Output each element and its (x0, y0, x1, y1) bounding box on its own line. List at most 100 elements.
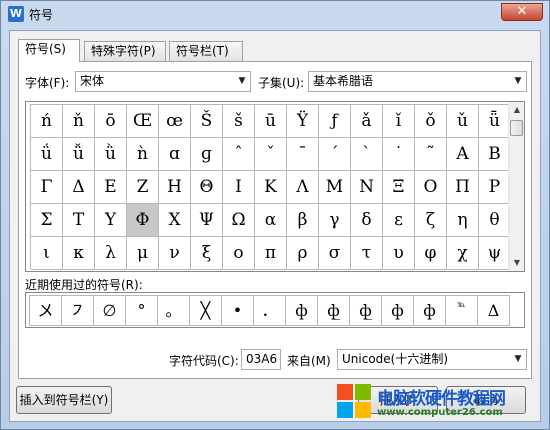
recent-symbol-cell[interactable]: ╳ (190, 296, 222, 326)
symbol-cell[interactable]: ρ (287, 237, 319, 270)
close-button[interactable]: ✕ (501, 3, 543, 21)
symbol-cell[interactable]: Œ (127, 105, 159, 138)
symbol-cell[interactable]: α (255, 204, 287, 237)
scroll-down-icon[interactable]: ▼ (509, 255, 525, 271)
recent-symbol-cell[interactable]: ф̲ (350, 296, 382, 326)
symbol-cell[interactable]: ń (31, 105, 63, 138)
symbol-cell[interactable]: ɡ (191, 138, 223, 171)
symbol-cell[interactable]: ψ (479, 237, 511, 270)
symbol-cell[interactable]: Ψ (191, 204, 223, 237)
symbol-cell[interactable]: Π (447, 171, 479, 204)
symbol-cell[interactable]: Ι (223, 171, 255, 204)
symbol-cell[interactable]: ν (159, 237, 191, 270)
from-dropdown[interactable]: Unicode(十六进制) ▼ (337, 349, 527, 370)
symbol-cell[interactable]: Ω (223, 204, 255, 237)
symbol-cell[interactable]: Š (191, 105, 223, 138)
recent-symbol-cell[interactable]: ℡ (446, 296, 478, 326)
symbol-cell[interactable]: ι (31, 237, 63, 270)
recent-symbol-cell[interactable]: ф (414, 296, 446, 326)
recent-symbol-cell[interactable]: 〤 (30, 296, 62, 326)
recent-symbol-cell[interactable]: Δ (478, 296, 510, 326)
font-dropdown[interactable]: 宋体 ▼ (75, 71, 251, 92)
symbol-cell[interactable]: ξ (191, 237, 223, 270)
tab-symbol-bar[interactable]: 符号栏(T) (169, 41, 243, 61)
symbol-cell[interactable]: μ (127, 237, 159, 270)
symbol-cell[interactable]: ɑ (159, 138, 191, 171)
recent-symbol-cell[interactable]: ° (126, 296, 158, 326)
symbol-cell[interactable]: ǹ (127, 138, 159, 171)
symbol-cell[interactable]: ˋ (351, 138, 383, 171)
symbol-cell[interactable]: λ (95, 237, 127, 270)
symbol-cell[interactable]: ε (383, 204, 415, 237)
tab-special-characters[interactable]: 特殊字符(P) (84, 41, 166, 61)
symbol-cell[interactable]: δ (351, 204, 383, 237)
recent-symbol-cell[interactable]: • (222, 296, 254, 326)
symbol-cell[interactable]: œ (159, 105, 191, 138)
symbol-cell[interactable]: Ε (95, 171, 127, 204)
symbol-cell[interactable]: χ (447, 237, 479, 270)
symbol-cell[interactable]: σ (319, 237, 351, 270)
scroll-thumb[interactable] (510, 120, 523, 136)
symbol-cell[interactable]: ǒ (415, 105, 447, 138)
recent-symbol-cell[interactable]: ф (382, 296, 414, 326)
symbol-cell[interactable]: η (447, 204, 479, 237)
recent-symbol-cell[interactable]: ∅ (94, 296, 126, 326)
symbol-cell[interactable]: Η (159, 171, 191, 204)
symbol-cell[interactable]: Χ (159, 204, 191, 237)
symbol-cell[interactable]: γ (319, 204, 351, 237)
symbol-cell[interactable]: š (223, 105, 255, 138)
symbol-cell[interactable]: ǚ (63, 138, 95, 171)
symbol-cell[interactable]: ǎ (351, 105, 383, 138)
char-code-input[interactable]: 03A6 (241, 349, 281, 370)
symbol-cell[interactable]: ō (95, 105, 127, 138)
symbol-cell[interactable]: Ο (415, 171, 447, 204)
symbol-cell[interactable]: υ (383, 237, 415, 270)
symbol-cell[interactable]: φ (415, 237, 447, 270)
symbol-cell[interactable]: ζ (415, 204, 447, 237)
symbol-cell[interactable]: ň (63, 105, 95, 138)
symbol-cell[interactable]: ˆ (223, 138, 255, 171)
symbol-cell[interactable]: ǜ (95, 138, 127, 171)
symbol-cell[interactable]: Ξ (383, 171, 415, 204)
symbol-cell[interactable]: ǘ (31, 138, 63, 171)
symbol-cell[interactable]: β (287, 204, 319, 237)
symbol-cell[interactable]: Υ (95, 204, 127, 237)
symbol-cell[interactable]: Ν (351, 171, 383, 204)
tab-symbols[interactable]: 符号(S) (18, 39, 80, 62)
symbol-cell[interactable]: Ζ (127, 171, 159, 204)
symbol-cell[interactable]: ǐ (383, 105, 415, 138)
symbol-cell[interactable]: θ (479, 204, 511, 237)
scroll-up-icon[interactable]: ▲ (509, 102, 525, 118)
subset-dropdown[interactable]: 基本希腊语 ▼ (308, 71, 527, 92)
symbol-cell[interactable]: ū (255, 105, 287, 138)
symbol-grid-scrollbar[interactable]: ▲ ▼ (508, 102, 524, 271)
symbol-cell[interactable]: Σ (31, 204, 63, 237)
symbol-cell[interactable]: ǖ (479, 105, 511, 138)
symbol-cell[interactable]: ˙ (383, 138, 415, 171)
symbol-cell[interactable]: ο (223, 237, 255, 270)
symbol-cell[interactable]: ˉ (287, 138, 319, 171)
title-bar[interactable]: W 符号 ✕ (1, 1, 549, 27)
symbol-cell[interactable]: π (255, 237, 287, 270)
symbol-cell[interactable]: Γ (31, 171, 63, 204)
insert-to-symbol-bar-button[interactable]: 插入到符号栏(Y) (16, 386, 112, 414)
recent-symbol-cell[interactable]: ． (254, 296, 286, 326)
symbol-cell[interactable]: Δ (63, 171, 95, 204)
symbol-cell[interactable]: Β (479, 138, 511, 171)
symbol-cell[interactable]: Τ (63, 204, 95, 237)
symbol-cell[interactable]: ƒ (319, 105, 351, 138)
symbol-cell[interactable]: Φ (127, 204, 159, 237)
symbol-cell[interactable]: ˜ (415, 138, 447, 171)
symbol-cell[interactable]: Μ (319, 171, 351, 204)
symbol-cell[interactable]: κ (63, 237, 95, 270)
symbol-cell[interactable]: Λ (287, 171, 319, 204)
symbol-cell[interactable]: ˇ (255, 138, 287, 171)
symbol-cell[interactable]: Κ (255, 171, 287, 204)
recent-symbol-cell[interactable]: 。 (158, 296, 190, 326)
symbol-cell[interactable]: Α (447, 138, 479, 171)
recent-symbol-cell[interactable]: ф (286, 296, 318, 326)
recent-symbol-cell[interactable]: ф̲ (318, 296, 350, 326)
recent-symbol-cell[interactable]: ㇇ (62, 296, 94, 326)
symbol-cell[interactable]: ǔ (447, 105, 479, 138)
symbol-cell[interactable]: Θ (191, 171, 223, 204)
